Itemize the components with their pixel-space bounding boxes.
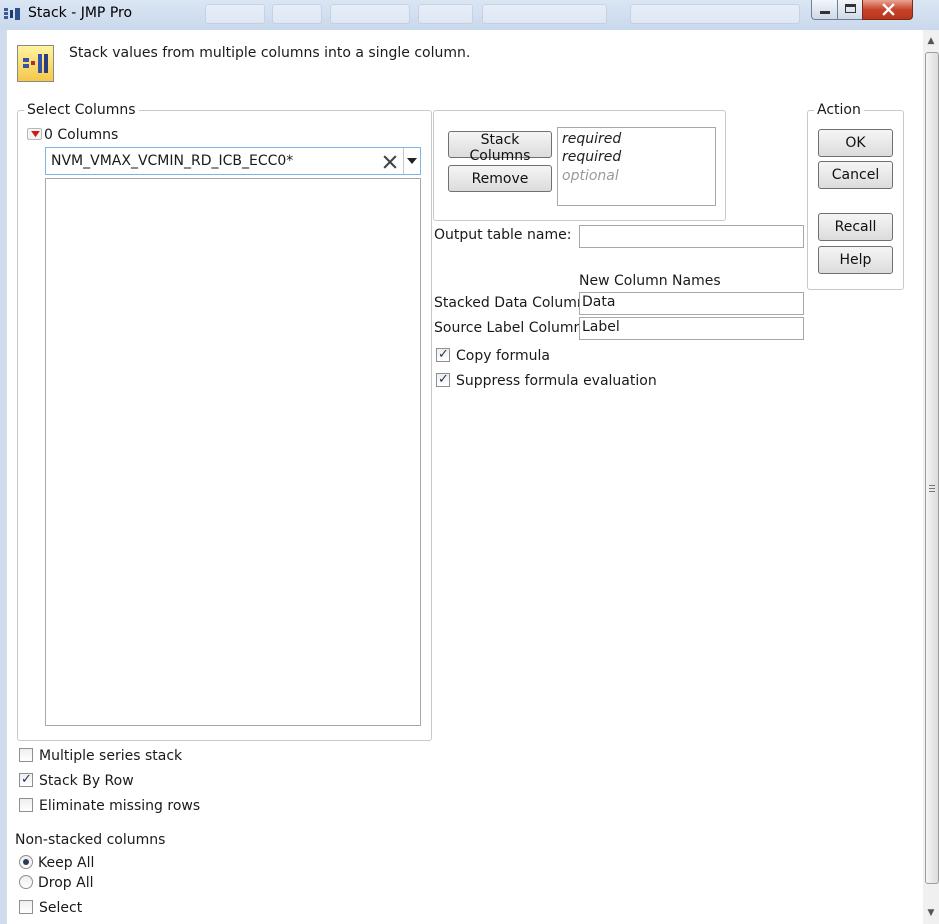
output-table-name-input[interactable]: [579, 225, 804, 248]
window-frame-left: [0, 30, 7, 924]
eliminate-missing-rows-label: Eliminate missing rows: [39, 798, 201, 814]
minimize-icon: [820, 11, 830, 14]
radio-selected-dot-icon: [23, 859, 29, 865]
multiple-series-stack-checkbox[interactable]: [19, 748, 33, 762]
background-toolbar-ghost: [630, 4, 800, 24]
filter-options-dropdown[interactable]: [403, 148, 420, 174]
source-label-column-input[interactable]: Label: [579, 317, 804, 340]
column-list[interactable]: [45, 178, 421, 726]
role-slot-required: required: [562, 149, 622, 165]
recall-button[interactable]: Recall: [818, 213, 893, 241]
stack-by-row-checkbox[interactable]: ✓: [19, 772, 33, 787]
jmp-app-icon: [4, 8, 20, 20]
role-slot-required: required: [562, 131, 622, 147]
background-toolbar-ghost: [418, 4, 473, 24]
maximize-button[interactable]: [837, 0, 863, 20]
columns-menu-triangle-icon[interactable]: [27, 128, 42, 140]
background-toolbar-ghost: [330, 4, 410, 24]
maximize-icon: [845, 4, 856, 13]
stack-columns-button[interactable]: Stack Columns: [448, 131, 552, 164]
suppress-formula-evaluation-label: Suppress formula evaluation: [456, 373, 657, 389]
title-bar: Stack - JMP Pro: [0, 0, 939, 30]
vertical-scrollbar[interactable]: ▲ ▼: [923, 30, 939, 924]
ok-button[interactable]: OK: [818, 129, 893, 157]
stack-dialog-icon: [17, 45, 54, 82]
close-button[interactable]: [862, 0, 913, 20]
background-toolbar-ghost: [482, 4, 607, 24]
scrollbar-grip-icon: [929, 485, 935, 492]
suppress-formula-evaluation-checkbox[interactable]: ✓: [436, 372, 450, 387]
help-button[interactable]: Help: [818, 246, 893, 274]
dialog-description: Stack values from multiple columns into …: [69, 45, 471, 61]
dialog-client-area: Stack values from multiple columns into …: [7, 30, 939, 924]
drop-all-label: Drop All: [38, 875, 94, 891]
stacked-data-column-label: Stacked Data Column: [434, 295, 586, 311]
multiple-series-stack-label: Multiple series stack: [39, 748, 183, 764]
keep-all-radio[interactable]: [19, 855, 33, 869]
scroll-up-icon[interactable]: ▲: [926, 36, 936, 46]
drop-all-radio[interactable]: [19, 875, 33, 889]
scroll-down-icon[interactable]: ▼: [926, 908, 936, 918]
select-columns-title: Select Columns: [24, 102, 139, 118]
role-slot-list[interactable]: required required optional: [557, 127, 716, 206]
eliminate-missing-rows-checkbox[interactable]: [19, 798, 33, 812]
stacked-data-column-input[interactable]: Data: [579, 292, 804, 315]
chevron-down-icon: [407, 158, 417, 164]
checkmark-icon: ✓: [438, 372, 449, 387]
remove-button[interactable]: Remove: [448, 165, 552, 192]
clear-filter-icon[interactable]: [383, 155, 397, 169]
non-stacked-columns-heading: Non-stacked columns: [15, 832, 166, 848]
keep-all-label: Keep All: [38, 855, 95, 871]
role-slot-optional: optional: [562, 168, 619, 184]
select-columns-checkbox[interactable]: [19, 900, 33, 914]
stack-by-row-label: Stack By Row: [39, 773, 134, 789]
columns-count: 0 Columns: [44, 127, 119, 143]
column-filter-input[interactable]: NVM_VMAX_VCMIN_RD_ICB_ECC0*: [51, 153, 293, 169]
output-table-name-label: Output table name:: [434, 227, 572, 243]
new-column-names-heading: New Column Names: [579, 273, 721, 289]
checkmark-icon: ✓: [21, 772, 32, 787]
close-icon: [882, 3, 895, 16]
copy-formula-label: Copy formula: [456, 348, 550, 364]
window-title: Stack - JMP Pro: [28, 5, 133, 21]
scrollbar-thumb[interactable]: [925, 52, 939, 884]
source-label-column-label: Source Label Column: [434, 320, 583, 336]
cancel-button[interactable]: Cancel: [818, 161, 893, 189]
copy-formula-checkbox[interactable]: ✓: [436, 347, 450, 362]
background-toolbar-ghost: [272, 4, 322, 24]
column-filter-box[interactable]: NVM_VMAX_VCMIN_RD_ICB_ECC0*: [45, 147, 421, 175]
minimize-button[interactable]: [811, 0, 838, 20]
select-label: Select: [39, 900, 83, 916]
action-group-title: Action: [814, 102, 864, 118]
background-toolbar-ghost: [205, 4, 265, 24]
checkmark-icon: ✓: [438, 347, 449, 362]
